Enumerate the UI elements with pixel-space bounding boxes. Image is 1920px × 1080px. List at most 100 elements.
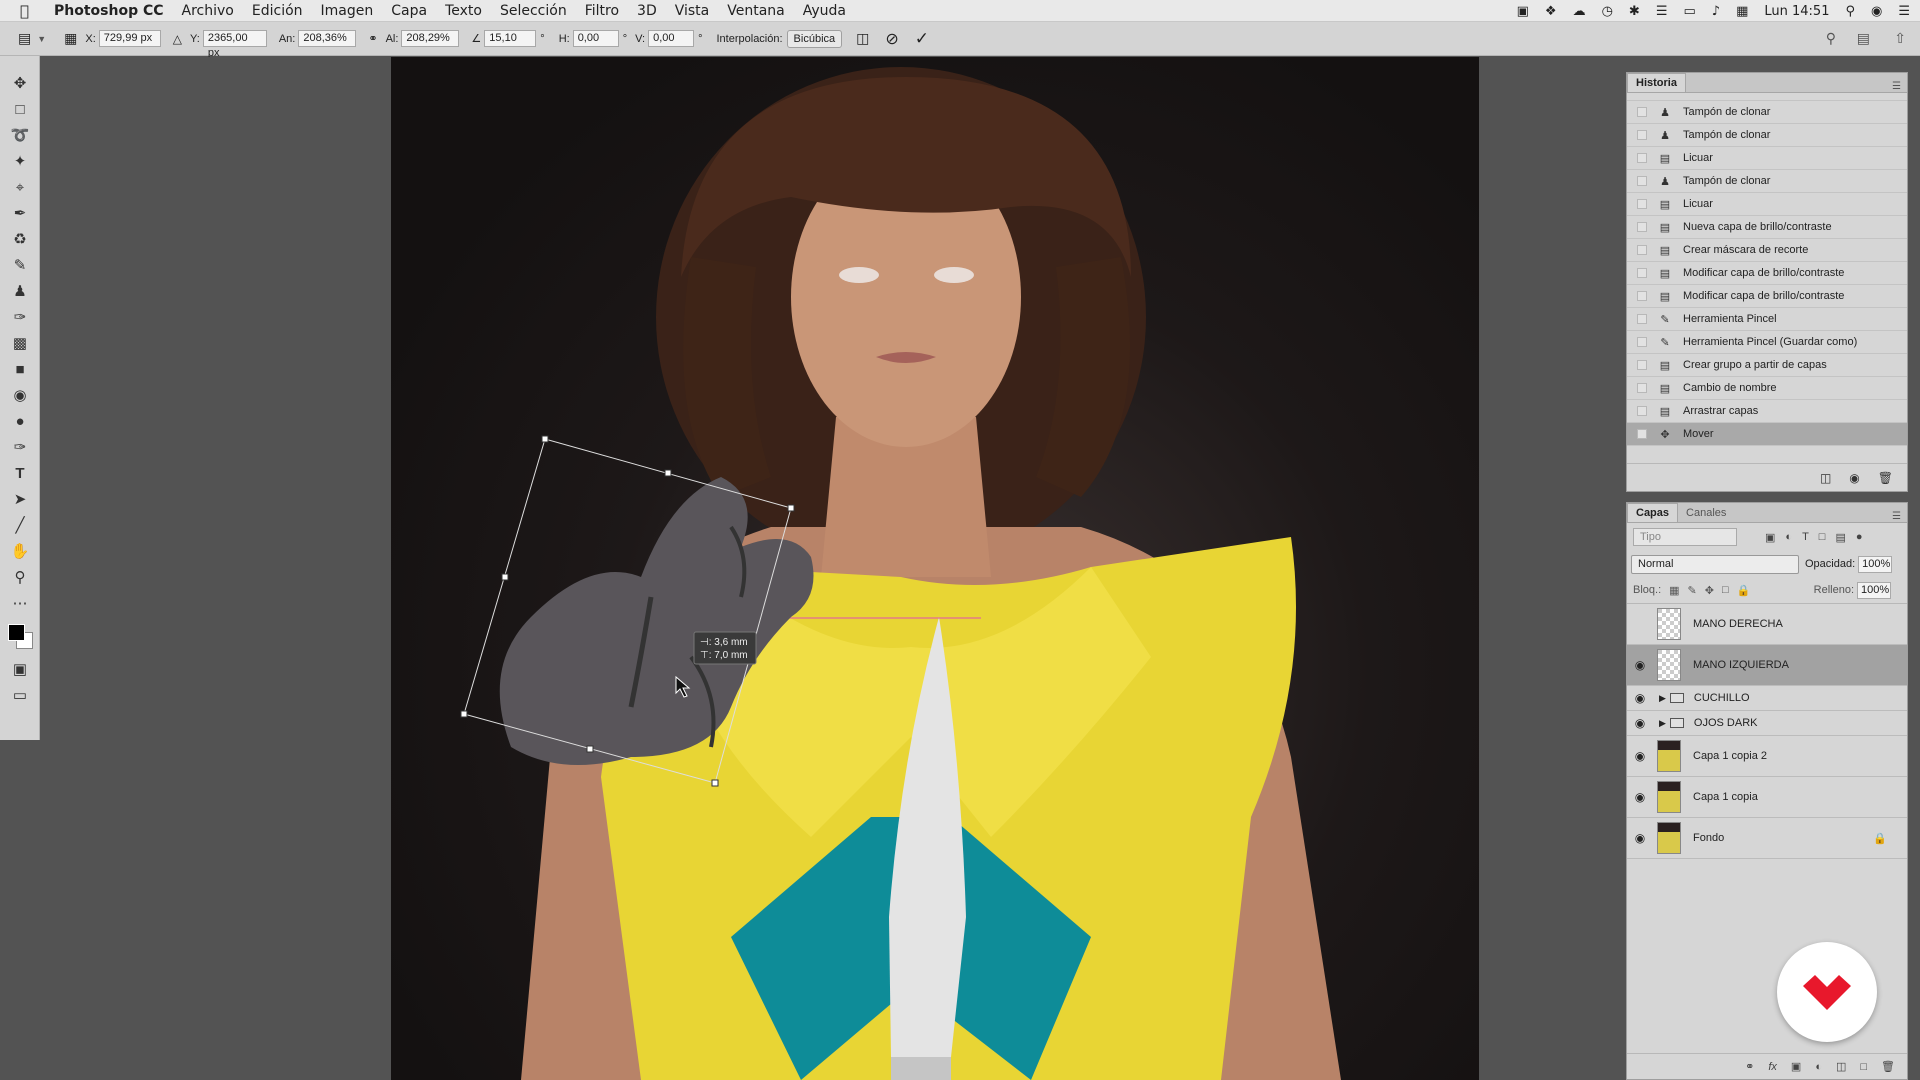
search-icon[interactable]: ⚲ — [1826, 30, 1836, 47]
healing-brush-tool-icon[interactable]: ♻ — [0, 226, 40, 252]
menu-ayuda[interactable]: Ayuda — [803, 3, 846, 19]
tools-grip[interactable] — [0, 56, 39, 70]
menu-texto[interactable]: Texto — [445, 3, 482, 19]
history-brush-tool-icon[interactable]: ✑ — [0, 304, 40, 330]
cancel-transform-icon[interactable]: ⊘ — [885, 29, 898, 49]
history-source-checkbox[interactable] — [1637, 337, 1647, 347]
history-source-checkbox[interactable] — [1637, 429, 1647, 439]
history-item[interactable]: ▤ Licuar — [1627, 147, 1907, 170]
user-icon[interactable]: ◉ — [1871, 4, 1882, 19]
lasso-tool-icon[interactable]: ➰ — [0, 122, 40, 148]
lock-position-icon[interactable]: ✥ — [1705, 584, 1714, 597]
pen-tool-icon[interactable]: ✑ — [0, 434, 40, 460]
time-machine-icon[interactable]: ◷ — [1602, 4, 1613, 19]
path-selection-tool-icon[interactable]: ➤ — [0, 486, 40, 512]
zoom-tool-icon[interactable]: ⚲ — [0, 564, 40, 590]
angle-field[interactable]: 15,10 — [484, 30, 537, 47]
creative-cloud-icon[interactable]: ☁ — [1573, 4, 1586, 19]
layer-row[interactable]: ◉ Fondo 🔒 — [1627, 818, 1907, 859]
magic-wand-tool-icon[interactable]: ✦ — [0, 148, 40, 174]
history-item[interactable]: ▤ Modificar capa de brillo/contraste — [1627, 285, 1907, 308]
dropbox-icon[interactable]: ❖ — [1545, 4, 1557, 19]
crop-tool-icon[interactable]: ⌖ — [0, 174, 40, 200]
panel-menu-icon[interactable]: ☰ — [1892, 81, 1901, 92]
foreground-color[interactable] — [8, 624, 25, 641]
screen-mode-icon[interactable]: ▭ — [0, 682, 40, 708]
history-item[interactable]: ▤ Arrastrar capas — [1627, 400, 1907, 423]
calendar-icon[interactable]: ▦ — [1736, 4, 1748, 19]
filter-pixel-icon[interactable]: ▣ — [1765, 531, 1775, 544]
history-item[interactable]: ♟ Tampón de clonar — [1627, 170, 1907, 193]
history-item[interactable]: ♟ Tampón de clonar — [1627, 101, 1907, 124]
history-item[interactable]: ▤ Licuar — [1627, 193, 1907, 216]
layer-filter-select[interactable]: Tipo — [1633, 528, 1737, 546]
adjustment-layer-icon[interactable]: ◐ — [1815, 1061, 1822, 1073]
lock-pixels-icon[interactable]: ✎ — [1688, 584, 1697, 597]
history-item[interactable]: ▤ Cambio de nombre — [1627, 377, 1907, 400]
history-item[interactable]: ▤ Crear máscara de recorte — [1627, 239, 1907, 262]
dodge-tool-icon[interactable]: ● — [0, 408, 40, 434]
blend-mode-select[interactable]: Normal — [1631, 554, 1799, 574]
layer-style-icon[interactable]: fx — [1768, 1061, 1777, 1073]
notification-center-icon[interactable]: ☰ — [1898, 4, 1910, 19]
width-field[interactable]: 208,36% — [298, 30, 357, 47]
app-menu[interactable]: Photoshop CC — [54, 3, 164, 19]
share-icon[interactable]: ⇧ — [1894, 30, 1906, 47]
history-source-checkbox[interactable] — [1637, 314, 1647, 324]
lock-all-icon[interactable]: 🔒 — [1737, 584, 1751, 597]
filter-type-icon[interactable]: T — [1802, 531, 1809, 543]
layer-row[interactable]: ◉ ▶ CUCHILLO — [1627, 686, 1907, 711]
marquee-tool-icon[interactable]: □ — [0, 96, 40, 122]
layer-row[interactable]: ◉ MANO IZQUIERDA — [1627, 645, 1907, 686]
history-source-checkbox[interactable] — [1637, 383, 1647, 393]
menu-capa[interactable]: Capa — [391, 3, 427, 19]
screen-record-icon[interactable]: ▣ — [1517, 4, 1529, 19]
bluetooth-icon[interactable]: ✱ — [1629, 4, 1640, 19]
history-source-checkbox[interactable] — [1637, 107, 1647, 117]
chevron-down-icon[interactable]: ▼ — [37, 34, 46, 44]
history-item[interactable]: ▤ Crear grupo a partir de capas — [1627, 354, 1907, 377]
eyedropper-tool-icon[interactable]: ✒ — [0, 200, 40, 226]
menu-edicion[interactable]: Edición — [252, 3, 303, 19]
menu-3d[interactable]: 3D — [637, 3, 657, 19]
transform-tool-preset-icon[interactable]: ▤ — [18, 30, 31, 47]
lock-transparent-icon[interactable]: ▦ — [1669, 584, 1679, 597]
history-source-checkbox[interactable] — [1637, 199, 1647, 209]
history-source-checkbox[interactable] — [1637, 130, 1647, 140]
x-field[interactable]: 729,99 px — [98, 30, 161, 47]
menu-archivo[interactable]: Archivo — [182, 3, 234, 19]
delete-state-icon[interactable]: 🗑 — [1878, 471, 1893, 485]
tab-canales[interactable]: Canales — [1678, 504, 1734, 522]
history-source-checkbox[interactable] — [1637, 360, 1647, 370]
lock-artboard-icon[interactable]: □ — [1722, 584, 1729, 596]
reference-point-icon[interactable]: ▦ — [64, 30, 77, 47]
layer-row[interactable]: ◉ Capa 1 copia 2 — [1627, 736, 1907, 777]
warp-mode-icon[interactable]: ◫ — [856, 30, 869, 47]
menu-imagen[interactable]: Imagen — [321, 3, 374, 19]
vskew-field[interactable]: 0,00 — [648, 30, 695, 47]
filter-shape-icon[interactable]: □ — [1819, 531, 1826, 543]
workspace-icon[interactable]: ▤ — [1857, 30, 1870, 47]
history-source-checkbox[interactable] — [1637, 291, 1647, 301]
filter-toggle-icon[interactable]: ● — [1856, 531, 1863, 543]
menu-filtro[interactable]: Filtro — [585, 3, 619, 19]
blur-tool-icon[interactable]: ◉ — [0, 382, 40, 408]
new-document-from-state-icon[interactable]: ◫ — [1820, 471, 1831, 485]
history-item[interactable]: ▤ Modificar capa de brillo/contraste — [1627, 262, 1907, 285]
y-field[interactable]: 2365,00 px — [202, 30, 267, 59]
history-item[interactable]: ▤ Nueva capa de brillo/contraste — [1627, 216, 1907, 239]
brush-tool-icon[interactable]: ✎ — [0, 252, 40, 278]
type-tool-icon[interactable]: T — [0, 460, 40, 486]
visibility-eye-icon[interactable]: ◉ — [1627, 749, 1653, 763]
spotlight-search-icon[interactable]: ⚲ — [1845, 4, 1855, 19]
opacity-field[interactable]: 100% — [1858, 555, 1893, 573]
visibility-eye-icon[interactable]: ◉ — [1627, 658, 1653, 672]
link-layers-icon[interactable]: ⚭ — [1745, 1060, 1754, 1073]
history-source-checkbox[interactable] — [1637, 245, 1647, 255]
history-source-checkbox[interactable] — [1637, 222, 1647, 232]
history-source-checkbox[interactable] — [1637, 153, 1647, 163]
chevron-right-icon[interactable]: ▶ — [1659, 693, 1666, 704]
history-item[interactable]: ✥ Mover — [1627, 423, 1907, 446]
apple-menu-icon[interactable]:  — [20, 2, 40, 20]
document-canvas[interactable]: ⊣: 3,6 mm ⊤: 7,0 mm — [391, 57, 1479, 1080]
